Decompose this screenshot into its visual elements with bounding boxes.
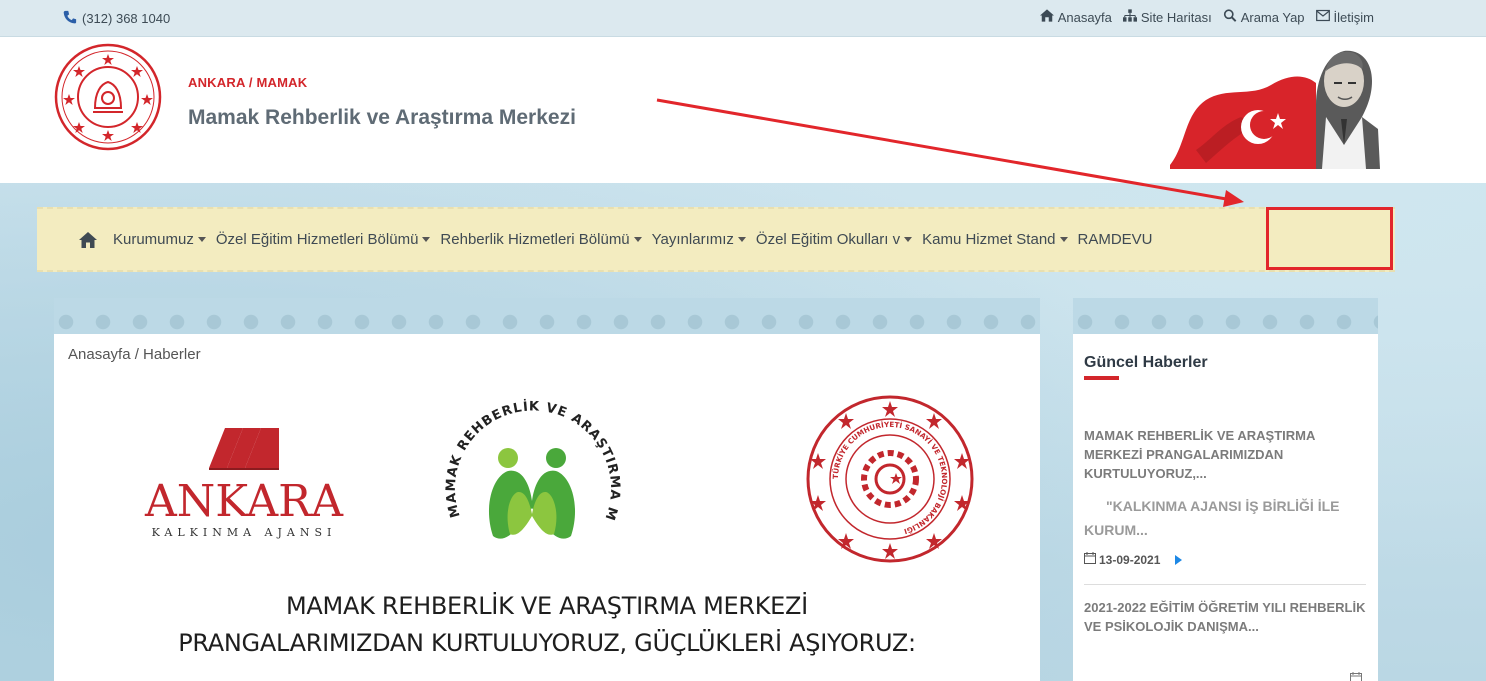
nav-item-ozel-egitim-okullari[interactable]: Özel Eğitim Okulları v: [755, 231, 913, 248]
scalloped-edge: [1073, 298, 1378, 334]
scalloped-edge: [54, 298, 1040, 334]
ataturk-flag-banner: [1166, 45, 1380, 169]
phone-contact[interactable]: (312) 368 1040: [62, 10, 170, 27]
phone-icon: [62, 10, 78, 27]
news-headline: MAMAK REHBERLİK VE ARAŞTIRMA MERKEZİ PRA…: [54, 588, 1040, 662]
nav-item-label: Kurumumuz: [113, 231, 194, 248]
nav-item-label: Rehberlik Hizmetleri Bölümü: [440, 231, 630, 248]
nav-item-rehberlik[interactable]: Rehberlik Hizmetleri Bölümü: [440, 231, 642, 248]
news-item-title[interactable]: MAMAK REHBERLİK VE ARAŞTIRMA MERKEZİ PRA…: [1084, 426, 1359, 483]
highlight-box-ramdevu: [1266, 207, 1393, 270]
nav-item-kamu-hizmet[interactable]: Kamu Hizmet Stand: [922, 231, 1068, 248]
caret-down-icon: [197, 237, 206, 242]
nav-item-yayinlarimiz[interactable]: Yayınlarımız: [652, 231, 746, 248]
calendar-icon: [1350, 670, 1362, 681]
headline-line-1: MAMAK REHBERLİK VE ARAŞTIRMA MERKEZİ: [286, 592, 808, 620]
caret-down-icon: [1059, 237, 1068, 242]
nav-item-ozel-egitim[interactable]: Özel Eğitim Hizmetleri Bölümü: [216, 231, 431, 248]
main-content: Anasayfa / Haberler ANKARA KALKINMA AJAN…: [54, 298, 1040, 681]
news-item-excerpt: "KALKINMA AJANSI İŞ BİRLİĞİ İLE KURUM...: [1084, 498, 1340, 538]
top-link-search-label: Arama Yap: [1240, 9, 1305, 25]
meb-seal-logo[interactable]: [53, 42, 163, 152]
caret-down-icon: [904, 237, 913, 242]
ankara-kalkinma-logo: ANKARA KALKINMA AJANSI: [129, 428, 359, 543]
top-link-home-label: Anasayfa: [1057, 9, 1112, 25]
svg-text:TÜRKİYE CUMHURİYETİ SANAYİ VE: TÜRKİYE CUMHURİYETİ SANAYİ VE TEKNOLOJİ …: [831, 420, 949, 536]
top-link-sitemap-label: Site Haritası: [1140, 9, 1212, 25]
nav-home-icon[interactable]: [79, 231, 97, 248]
nav-item-label: Özel Eğitim Okulları v: [755, 231, 901, 248]
sanayi-logo-ring-text: TÜRKİYE CUMHURİYETİ SANAYİ VE TEKNOLOJİ …: [831, 420, 949, 536]
play-icon[interactable]: [1175, 554, 1183, 565]
ankara-logo-big-text: ANKARA: [144, 476, 344, 527]
news-item-title[interactable]: 2021-2022 EĞİTİM ÖĞRETİM YILI REHBERLİK …: [1084, 598, 1369, 636]
top-link-sitemap[interactable]: Site Haritası: [1122, 9, 1212, 25]
calendar-icon: [1084, 552, 1096, 567]
sanayi-bakanligi-logo: TÜRKİYE CUMHURİYETİ SANAYİ VE TEKNOLOJİ …: [804, 393, 976, 565]
nav-item-kurumumuz[interactable]: Kurumumuz: [113, 231, 206, 248]
news-item-date-text: 13-09-2021: [1099, 552, 1161, 567]
caret-down-icon: [422, 237, 431, 242]
sidebar-news: Güncel Haberler MAMAK REHBERLİK VE ARAŞT…: [1073, 298, 1378, 681]
nav-item-label: Özel Eğitim Hizmetleri Bölümü: [215, 231, 419, 248]
home-icon: [1039, 9, 1054, 25]
top-link-contact[interactable]: İletişim: [1315, 9, 1374, 25]
nav-items: Kurumumuz Özel Eğitim Hizmetleri Bölümü …: [79, 209, 1163, 270]
nav-item-label: RAMDEVU: [1077, 231, 1153, 248]
search-icon: [1223, 9, 1237, 25]
top-links: Anasayfa Site Haritası Arama Yap İletişi…: [1039, 9, 1374, 25]
top-link-contact-label: İletişim: [1333, 9, 1374, 25]
main-navigation: Kurumumuz Özel Eğitim Hizmetleri Bölümü …: [37, 207, 1395, 272]
top-link-home[interactable]: Anasayfa: [1039, 9, 1112, 25]
nav-item-ramdevu[interactable]: RAMDEVU: [1078, 231, 1153, 248]
news-divider: [1084, 584, 1366, 585]
caret-down-icon: [737, 237, 746, 242]
top-link-search[interactable]: Arama Yap: [1223, 9, 1305, 25]
envelope-icon: [1315, 9, 1330, 25]
ram-logo: MAMAK REHBERLİK VE ARAŞTIRMA MERKEZİ: [432, 374, 626, 576]
ankara-logo-small-text: KALKINMA AJANSI: [152, 526, 337, 539]
breadcrumb[interactable]: Anasayfa / Haberler: [68, 346, 201, 363]
nav-item-label: Kamu Hizmet Stand: [922, 231, 1056, 248]
headline-line-2: PRANGALARIMIZDAN KURTULUYORUZ, GÜÇLÜKLER…: [178, 629, 916, 657]
phone-number: (312) 368 1040: [82, 11, 171, 26]
news-item-date: 13-09-2021: [1084, 552, 1183, 567]
sidebar-title: Güncel Haberler: [1084, 354, 1208, 371]
sitemap-icon: [1122, 9, 1137, 25]
nav-item-label: Yayınlarımız: [651, 231, 734, 248]
site-subtitle: ANKARA / MAMAK: [188, 75, 308, 90]
caret-down-icon: [633, 237, 642, 242]
sidebar-title-underline: [1084, 376, 1119, 380]
site-title[interactable]: Mamak Rehberlik ve Araştırma Merkezi: [188, 99, 608, 136]
top-bar: (312) 368 1040 Anasayfa Site Haritası Ar…: [0, 0, 1486, 37]
